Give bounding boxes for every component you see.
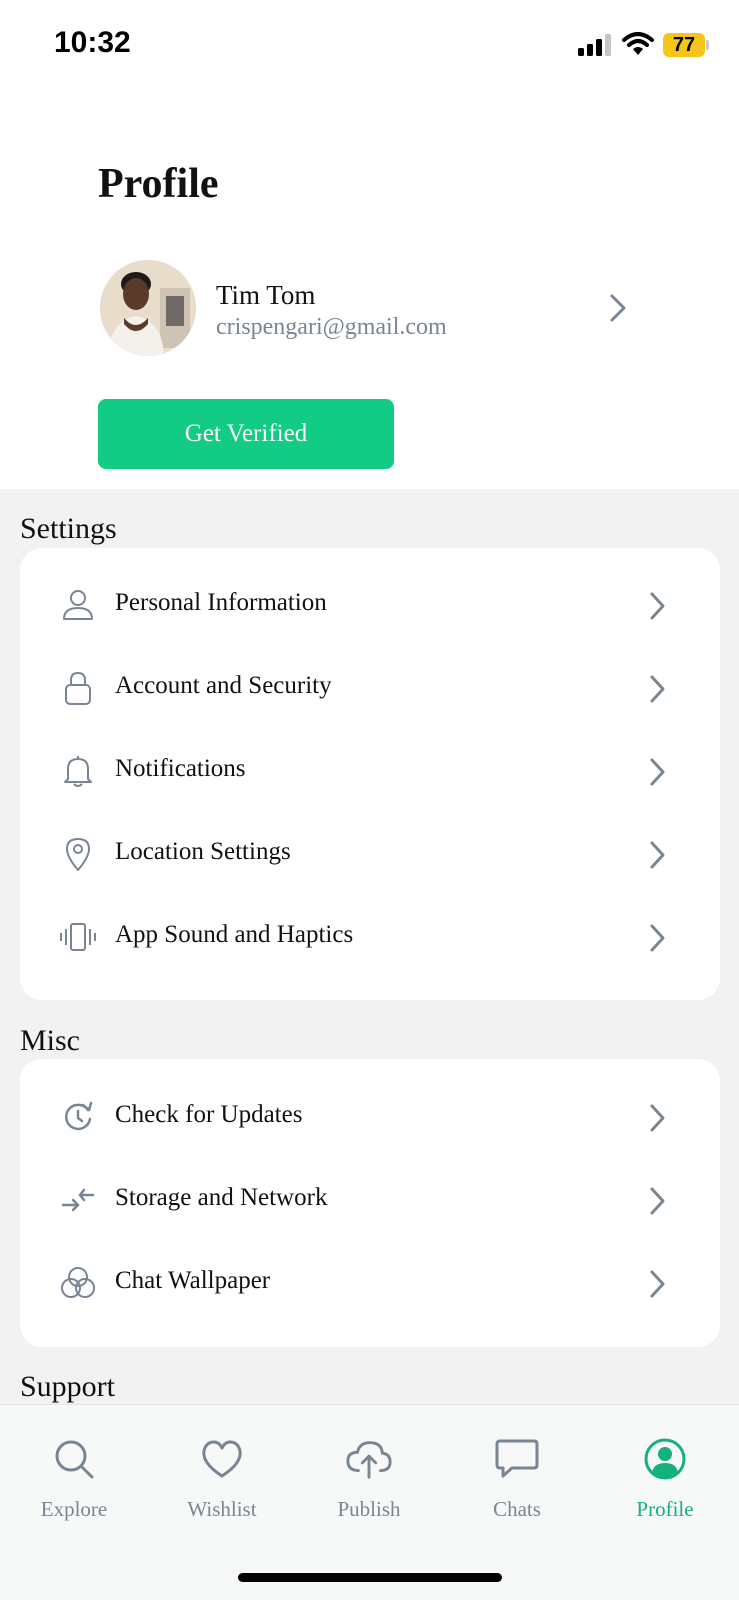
location-pin-icon bbox=[58, 834, 98, 874]
bell-icon bbox=[58, 751, 98, 791]
battery-cap bbox=[706, 40, 709, 50]
circles-icon bbox=[58, 1263, 98, 1303]
settings-item-location[interactable]: Location Settings bbox=[20, 813, 720, 895]
settings-item-account-security[interactable]: Account and Security bbox=[20, 647, 720, 729]
tab-label: Chats bbox=[493, 1497, 541, 1521]
lock-icon bbox=[58, 668, 98, 708]
get-verified-button[interactable]: Get Verified bbox=[98, 399, 394, 469]
chevron-right-icon bbox=[648, 840, 668, 875]
profile-card[interactable]: Tim Tom crispengari@gmail.com bbox=[98, 258, 638, 362]
user-icon bbox=[58, 585, 98, 625]
chevron-right-icon bbox=[648, 923, 668, 958]
cloud-upload-icon bbox=[345, 1435, 393, 1483]
misc-item-label: Chat Wallpaper bbox=[115, 1267, 271, 1294]
settings-item-personal-information[interactable]: Personal Information bbox=[20, 564, 720, 646]
tab-profile[interactable]: Profile bbox=[600, 1435, 730, 1535]
tab-label: Explore bbox=[40, 1497, 108, 1521]
tab-wishlist[interactable]: Wishlist bbox=[157, 1435, 287, 1535]
profile-icon bbox=[641, 1435, 689, 1483]
signal-icon bbox=[578, 34, 612, 61]
chevron-right-icon bbox=[648, 1186, 668, 1221]
avatar bbox=[100, 260, 196, 356]
battery-indicator: 77 bbox=[663, 33, 705, 57]
settings-card: Personal Information Account and Securit… bbox=[20, 548, 720, 1000]
support-section-title: Support bbox=[20, 1370, 116, 1403]
misc-item-label: Storage and Network bbox=[115, 1184, 328, 1211]
chevron-right-icon bbox=[648, 674, 668, 709]
settings-item-label: Personal Information bbox=[115, 589, 327, 616]
misc-item-check-updates[interactable]: Check for Updates bbox=[20, 1076, 720, 1158]
tab-chats[interactable]: Chats bbox=[452, 1435, 582, 1535]
transfer-arrows-icon bbox=[58, 1180, 98, 1220]
status-time: 10:32 bbox=[54, 26, 131, 59]
page-title: Profile bbox=[98, 161, 219, 207]
user-name: Tim Tom bbox=[216, 280, 316, 310]
chat-bubble-icon bbox=[493, 1435, 541, 1483]
misc-section-title: Misc bbox=[20, 1024, 80, 1057]
settings-item-sound-haptics[interactable]: App Sound and Haptics bbox=[20, 896, 720, 978]
chevron-right-icon bbox=[648, 757, 668, 792]
misc-item-storage-network[interactable]: Storage and Network bbox=[20, 1159, 720, 1241]
status-bar: 10:32 77 bbox=[0, 0, 739, 90]
tab-label: Wishlist bbox=[187, 1497, 257, 1521]
tab-publish[interactable]: Publish bbox=[304, 1435, 434, 1535]
search-icon bbox=[50, 1435, 98, 1483]
settings-section-title: Settings bbox=[20, 512, 117, 545]
misc-item-label: Check for Updates bbox=[115, 1101, 303, 1128]
chevron-right-icon bbox=[648, 1103, 668, 1138]
tab-label: Publish bbox=[337, 1497, 401, 1521]
user-email: crispengari@gmail.com bbox=[216, 314, 447, 340]
refresh-clock-icon bbox=[58, 1097, 98, 1137]
settings-item-label: App Sound and Haptics bbox=[115, 921, 354, 948]
home-indicator bbox=[238, 1573, 502, 1582]
chevron-right-icon bbox=[608, 292, 628, 329]
settings-item-notifications[interactable]: Notifications bbox=[20, 730, 720, 812]
vibrate-icon bbox=[58, 917, 98, 957]
wifi-icon bbox=[622, 32, 654, 61]
misc-item-chat-wallpaper[interactable]: Chat Wallpaper bbox=[20, 1242, 720, 1324]
chevron-right-icon bbox=[648, 1269, 668, 1304]
settings-item-label: Location Settings bbox=[115, 838, 291, 865]
settings-item-label: Notifications bbox=[115, 755, 246, 782]
chevron-right-icon bbox=[648, 591, 668, 626]
heart-icon bbox=[198, 1435, 246, 1483]
misc-card: Check for Updates Storage and Network Ch… bbox=[20, 1059, 720, 1347]
bottom-tab-bar: Explore Wishlist Publish Chats Profile bbox=[0, 1404, 739, 1600]
settings-item-label: Account and Security bbox=[115, 672, 332, 699]
tab-explore[interactable]: Explore bbox=[9, 1435, 139, 1535]
tab-label: Profile bbox=[636, 1497, 694, 1521]
